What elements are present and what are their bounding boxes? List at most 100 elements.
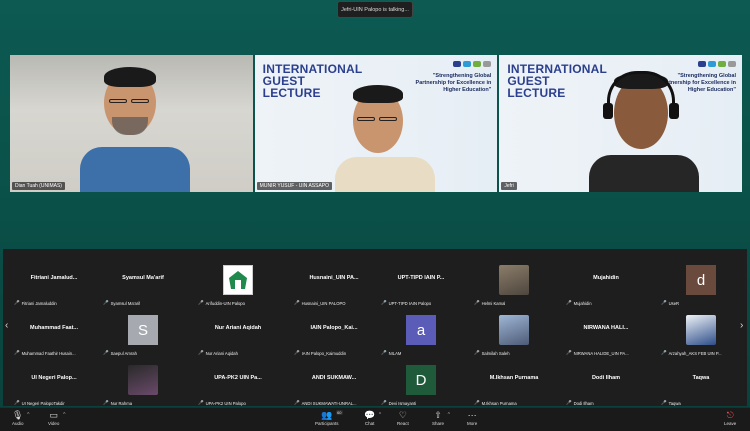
participant-tile[interactable]: UPA-PK2 UIN Pa... 🎤 UPA-PK2 UIN Palopo: [195, 357, 281, 409]
talking-indicator: Jefri-UIN Palopo is talking...: [337, 1, 413, 18]
participant-initial-avatar: D: [406, 365, 436, 395]
audio-button[interactable]: 🎙 Audio ^: [12, 410, 30, 426]
participant-name-label: 🎤 Arzahyah_AKS FEB UIN P...: [661, 350, 722, 356]
participant-label-text: Dodi Ilham: [573, 400, 594, 406]
participant-tile[interactable]: S 🎤 Saepul Amrah: [100, 307, 186, 359]
participant-label-text: Arzahyah_AKS FEB UIN P...: [668, 350, 722, 356]
speaker-name: MUNIR YUSUF - UIN ASSAPO: [256, 182, 333, 190]
muted-mic-icon: 🎤: [198, 300, 204, 305]
participant-display-name: Dodi Ilham: [591, 375, 621, 381]
speaker-name: Jefri: [501, 182, 517, 190]
participant-tile[interactable]: Taqwa 🎤 Taqwa: [658, 357, 744, 409]
participant-tile[interactable]: a 🎤 NILAM: [378, 307, 464, 359]
participant-tile[interactable]: D 🎤 Devi Ismayanti: [378, 357, 464, 409]
leave-button[interactable]: ⎋ Leave: [724, 410, 736, 426]
participant-display-name: UI Negeri Palop...: [31, 375, 77, 381]
speaker-tile-2[interactable]: INTERNATIONAL GUEST LECTURE "Strengtheni…: [254, 55, 498, 192]
muted-mic-icon: 🎤: [294, 300, 300, 305]
muted-mic-icon: 🎤: [566, 400, 572, 405]
chevron-up-icon[interactable]: ^: [379, 412, 381, 418]
participant-tile[interactable]: M.Ikhsan Purnama 🎤 M.Ikhsan Purnama: [471, 357, 557, 409]
participant-photo: [128, 365, 158, 395]
microphone-icon: 🎙: [12, 410, 24, 420]
muted-mic-icon: 🎤: [294, 400, 300, 405]
participant-name-label: 🎤 Devi Ismayanti: [381, 400, 416, 406]
participant-name-label: 🎤 NIRWANA HALIDE_UIN PA...: [566, 350, 629, 356]
participant-tile[interactable]: 🎤 Salmilah Saleh: [471, 307, 557, 359]
participant-name-label: 🎤 Husnaini_UIN PALOPO: [294, 300, 346, 306]
participant-label-text: Fitriani Jamaluddin: [21, 300, 57, 306]
chevron-up-icon[interactable]: ^: [448, 412, 450, 418]
speaker-video: [325, 85, 435, 192]
participant-name-label: 🎤 M.Ikhsan Purnama: [474, 400, 517, 406]
participant-tile[interactable]: Nur Ariani Aqidah 🎤 Nur Ariani Aqidah: [195, 307, 281, 359]
participant-tile[interactable]: Syamsul Ma'arif 🎤 Syamsul Ma'arif: [100, 257, 186, 309]
participant-label-text: Helmi Kamal: [481, 300, 506, 306]
participant-photo: [686, 315, 716, 345]
leave-label: Leave: [724, 421, 737, 426]
chevron-up-icon[interactable]: ^: [63, 412, 65, 418]
participant-tile[interactable]: 🎤 Nur Rahma: [100, 357, 186, 409]
chat-button[interactable]: 💬 Chat ^: [364, 410, 381, 426]
participant-label-text: Taqwa: [668, 400, 681, 406]
participant-logo: [223, 265, 253, 295]
participant-label-text: NIRWANA HALIDE_UIN PA...: [573, 350, 629, 356]
more-label: More: [467, 421, 478, 426]
participant-display-name: Husnaini_UIN PA...: [309, 275, 359, 281]
participant-name-label: 🎤 IAIN Palopo_Kaimuddin: [294, 350, 346, 356]
participant-display-name: UPA-PK2 UIN Pa...: [214, 375, 262, 381]
participant-name-label: 🎤 NILAM: [381, 350, 401, 356]
participant-tile[interactable]: 🎤 Helmi Kamal: [471, 257, 557, 309]
participant-tile[interactable]: 🎤 Arifuddin-UIN Palopo: [195, 257, 281, 309]
leave-icon: ⎋: [726, 410, 734, 420]
muted-mic-icon: 🎤: [198, 350, 204, 355]
muted-mic-icon: 🎤: [661, 350, 667, 355]
more-button[interactable]: ⋯ More: [467, 410, 477, 426]
camera-icon: ▭: [49, 410, 58, 420]
participant-tile[interactable]: Dodi Ilham 🎤 Dodi Ilham: [563, 357, 649, 409]
participant-tile[interactable]: NIRWANA HALI... 🎤 NIRWANA HALIDE_UIN PA...: [563, 307, 649, 359]
share-button[interactable]: ⇧ Share ^: [432, 410, 450, 426]
participant-photo: [499, 265, 529, 295]
participant-name-label: 🎤 ANDI SUKMAWATI-UNRAL...: [294, 400, 357, 406]
muted-mic-icon: 🎤: [103, 350, 109, 355]
participant-tile[interactable]: Fitriani Jamalud... 🎤 Fitriani Jamaluddin: [11, 257, 97, 309]
participant-gallery: Fitriani Jamalud... 🎤 Fitriani Jamaluddin S…: [3, 249, 747, 406]
participant-tile[interactable]: Mujahidin 🎤 Mujahidin: [563, 257, 649, 309]
participant-tile[interactable]: 🎤 Arzahyah_AKS FEB UIN P...: [658, 307, 744, 359]
participant-name-label: 🎤 Muhammad Faathir Husain...: [14, 350, 76, 356]
prev-page-arrow-icon[interactable]: ‹: [5, 320, 8, 331]
speaker-tile-3[interactable]: INTERNATIONAL GUEST LECTURE "Strengtheni…: [499, 55, 743, 192]
audio-label: Audio: [12, 421, 24, 426]
participant-tile[interactable]: Muhammad Faat... 🎤 Muhammad Faathir Husain…: [11, 307, 97, 359]
speaker-video: [70, 65, 200, 192]
participant-tile[interactable]: UPT-TIPD IAIN P... 🎤 UPT-TIPD IAIN Palopo: [378, 257, 464, 309]
participant-name-label: 🎤 UPT-TIPD IAIN Palopo: [381, 300, 431, 306]
video-button[interactable]: ▭ Video ^: [48, 410, 65, 426]
participant-label-text: UI Negeri PalopoTakdir: [21, 400, 65, 406]
participant-tile[interactable]: IAIN Palopo_Kai... 🎤 IAIN Palopo_Kaimuddin: [291, 307, 377, 359]
speaker-tile-1[interactable]: Dian Tuah (UNIMAS): [10, 55, 253, 192]
muted-mic-icon: 🎤: [474, 350, 480, 355]
participant-label-text: Syamsul Ma'arif: [110, 300, 141, 306]
muted-mic-icon: 🎤: [294, 350, 300, 355]
participant-name-label: 🎤 Taqwa: [661, 400, 681, 406]
participant-tile[interactable]: UI Negeri Palop... 🎤 UI Negeri PalopoTakdi…: [11, 357, 97, 409]
speaker-video: [579, 67, 709, 192]
chevron-up-icon[interactable]: ^: [27, 412, 29, 418]
participants-button[interactable]: 👥 60 Participants: [315, 410, 343, 426]
participant-tile[interactable]: ANDI SUKMAW... 🎤 ANDI SUKMAWATI-UNRAL...: [291, 357, 377, 409]
participant-display-name: UPT-TIPD IAIN P...: [397, 275, 445, 281]
muted-mic-icon: 🎤: [474, 400, 480, 405]
participant-tile[interactable]: d 🎤 UseR: [658, 257, 744, 309]
participant-name-label: 🎤 Nur Rahma: [103, 400, 132, 406]
participant-label-text: Arifuddin-UIN Palopo: [205, 300, 245, 306]
react-button[interactable]: ♡ React: [397, 410, 409, 426]
share-label: Share: [432, 421, 445, 426]
participant-label-text: Nur Ariani Aqidah: [205, 350, 238, 356]
participant-label-text: M.Ikhsan Purnama: [481, 400, 517, 406]
next-page-arrow-icon[interactable]: ›: [740, 320, 743, 331]
speaker-name: Dian Tuah (UNIMAS): [12, 182, 65, 190]
participant-label-text: UseR: [668, 300, 680, 306]
participant-tile[interactable]: Husnaini_UIN PA... 🎤 Husnaini_UIN PALOPO: [291, 257, 377, 309]
